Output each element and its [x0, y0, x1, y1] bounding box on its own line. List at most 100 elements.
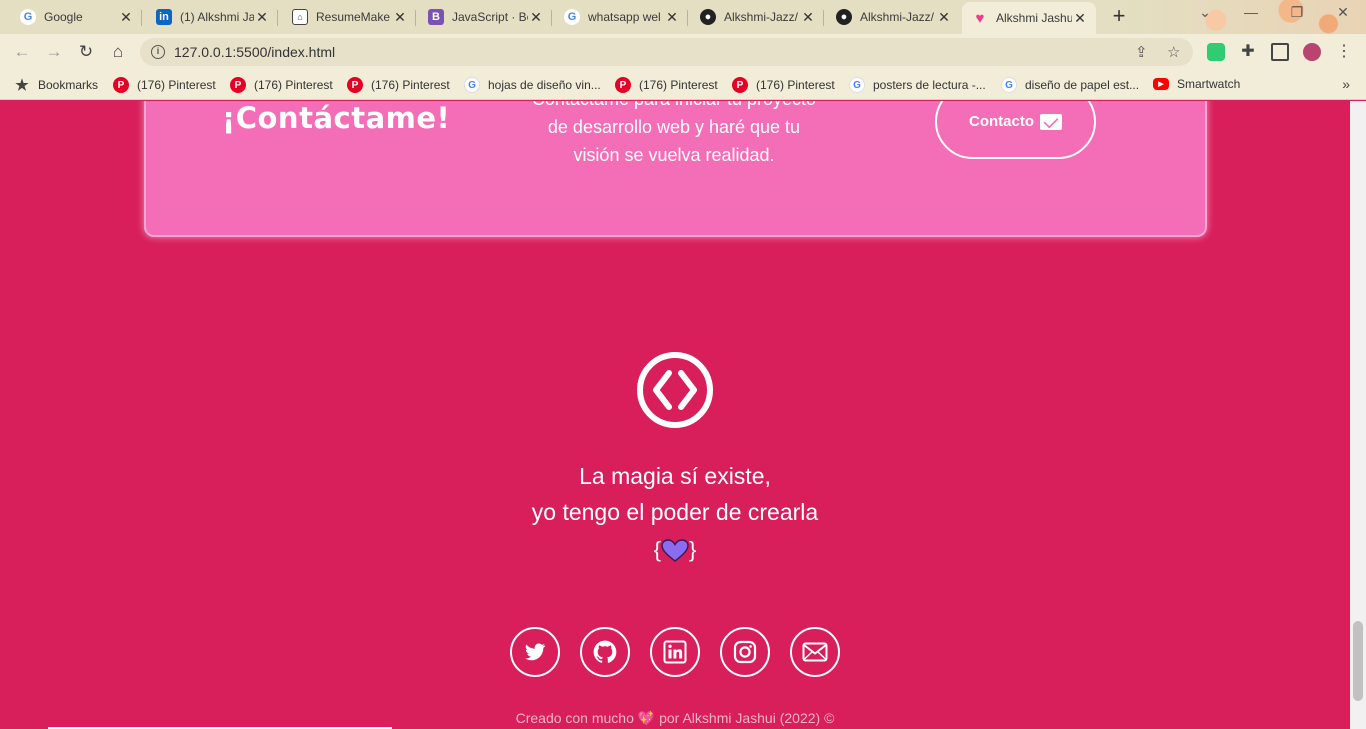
url-text[interactable]: 127.0.0.1:5500/index.html — [174, 44, 335, 60]
close-icon[interactable]: ✕ — [664, 9, 680, 26]
minimize-button[interactable]: — — [1236, 4, 1266, 20]
tab-divider — [141, 10, 142, 26]
pinterest-icon: P — [347, 77, 363, 93]
bookmark-label: diseño de papel est... — [1025, 78, 1140, 92]
close-window-button[interactable]: ✕ — [1328, 4, 1358, 21]
contact-cta-card: ¡Contáctame! Contáctame para iniciar tu … — [144, 101, 1207, 237]
more-bookmarks-icon[interactable]: » — [1342, 76, 1350, 92]
tab-bootstrap[interactable]: B JavaScript · Bo ✕ — [418, 3, 552, 31]
close-icon[interactable]: ✕ — [118, 9, 134, 26]
bookmark-item[interactable]: G hojas de diseño vin... — [464, 77, 601, 93]
avatar[interactable] — [1303, 43, 1321, 61]
site-info-icon[interactable]: i — [151, 45, 165, 59]
extensions-puzzle-icon[interactable]: ✚ — [1239, 43, 1257, 61]
bookmark-item[interactable]: P (176) Pinterest — [732, 77, 835, 93]
mail-check-icon — [1040, 113, 1062, 130]
bookmark-item[interactable]: P (176) Pinterest — [347, 77, 450, 93]
new-tab-button[interactable]: + — [1106, 5, 1132, 29]
reload-icon[interactable]: ↻ — [76, 42, 96, 62]
google-icon: G — [464, 77, 480, 93]
side-panel-icon[interactable] — [1271, 43, 1289, 61]
forward-arrow-icon[interactable]: → — [44, 42, 64, 62]
bookmark-label: (176) Pinterest — [371, 78, 450, 92]
tab-resumemaker[interactable]: ⌂ ResumeMake ✕ — [282, 3, 416, 31]
bookmark-item[interactable]: G posters de lectura -... — [849, 77, 986, 93]
mail-icon — [802, 642, 828, 662]
bootstrap-icon: B — [428, 9, 444, 25]
github-icon: ● — [836, 9, 852, 25]
close-icon[interactable]: ✕ — [528, 9, 544, 26]
bookmark-star-icon[interactable]: ☆ — [1167, 43, 1180, 61]
bookmark-item[interactable]: ★ Bookmarks — [14, 77, 98, 94]
bookmark-item[interactable]: G diseño de papel est... — [1001, 77, 1139, 93]
instagram-icon — [733, 640, 757, 664]
tab-search-icon[interactable]: ⌄ — [1190, 4, 1220, 21]
tab-linkedin[interactable]: in (1) Alkshmi Ja ✕ — [146, 3, 278, 31]
brace-heart: { } — [0, 537, 1350, 563]
tab-title: JavaScript · Bo — [452, 10, 528, 24]
tab-portfolio-active[interactable]: ♥ Alkshmi Jashu ✕ — [962, 2, 1096, 34]
tab-divider — [687, 10, 688, 26]
pinterest-icon: P — [113, 77, 129, 93]
tab-divider — [277, 10, 278, 26]
contact-button-label: Contacto — [969, 113, 1034, 130]
star-icon: ★ — [15, 77, 29, 94]
brace-open: { — [653, 537, 661, 562]
scrollbar-thumb[interactable] — [1353, 621, 1363, 701]
pinterest-icon: P — [732, 77, 748, 93]
tagline-line-1: La magia sí existe, — [579, 463, 771, 489]
tab-title: Alkshmi Jashu — [996, 11, 1072, 25]
google-icon: G — [564, 9, 580, 25]
close-icon[interactable]: ✕ — [936, 9, 952, 26]
close-icon[interactable]: ✕ — [392, 9, 408, 26]
footer-credit: Creado con mucho 💖 por Alkshmi Jashui (2… — [0, 710, 1350, 727]
bookmark-item[interactable]: ▶ Smartwatch — [1153, 77, 1240, 91]
purple-heart-icon — [661, 539, 689, 563]
bookmark-item[interactable]: P (176) Pinterest — [113, 77, 216, 93]
close-icon[interactable]: ✕ — [1072, 10, 1088, 27]
tab-google[interactable]: G Google ✕ — [10, 3, 142, 31]
address-bar[interactable]: i 127.0.0.1:5500/index.html ⇪ ☆ — [140, 38, 1193, 66]
twitter-icon — [525, 643, 546, 661]
bookmark-label: posters de lectura -... — [873, 78, 986, 92]
close-icon[interactable]: ✕ — [254, 9, 270, 26]
page-scrollbar[interactable] — [1350, 101, 1366, 729]
tab-divider — [415, 10, 416, 26]
code-logo-icon — [637, 352, 713, 428]
page-viewport: ¡Contáctame! Contáctame para iniciar tu … — [0, 101, 1350, 729]
pinterest-icon: P — [230, 77, 246, 93]
tab-whatsapp-search[interactable]: G whatsapp wel ✕ — [554, 3, 688, 31]
back-arrow-icon[interactable]: ← — [12, 42, 32, 62]
tab-strip: G Google ✕ in (1) Alkshmi Ja ✕ ⌂ ResumeM… — [0, 0, 1366, 34]
tab-github-2[interactable]: ● Alkshmi-Jazz/ ✕ — [826, 3, 960, 31]
contact-button[interactable]: Contacto — [935, 101, 1096, 159]
tab-title: ResumeMake — [316, 10, 391, 24]
cta-text-line: Contáctame para iniciar tu proyecto — [514, 101, 834, 113]
linkedin-link[interactable] — [650, 627, 700, 677]
github-icon — [593, 640, 617, 663]
twitter-link[interactable] — [510, 627, 560, 677]
cta-description: Contáctame para iniciar tu proyecto de d… — [514, 101, 834, 169]
linkedin-icon — [663, 640, 687, 664]
github-icon: ● — [700, 9, 716, 25]
bookmark-item[interactable]: P (176) Pinterest — [615, 77, 718, 93]
menu-kebab-icon[interactable]: ⋮ — [1335, 43, 1353, 61]
github-link[interactable] — [580, 627, 630, 677]
linkedin-icon: in — [156, 9, 172, 25]
close-icon[interactable]: ✕ — [800, 9, 816, 26]
extension-grammar-icon[interactable] — [1207, 43, 1225, 61]
share-icon[interactable]: ⇪ — [1135, 43, 1148, 61]
cta-title: ¡Contáctame! — [222, 101, 451, 135]
restore-button[interactable]: ❐ — [1282, 4, 1312, 21]
mail-link[interactable] — [790, 627, 840, 677]
home-icon[interactable]: ⌂ — [108, 42, 128, 62]
tab-github-1[interactable]: ● Alkshmi-Jazz/ ✕ — [690, 3, 824, 31]
credit-text: Creado con mucho — [515, 710, 634, 726]
pinterest-icon: P — [615, 77, 631, 93]
tab-divider — [823, 10, 824, 26]
google-icon: G — [1001, 77, 1017, 93]
instagram-link[interactable] — [720, 627, 770, 677]
bookmark-item[interactable]: P (176) Pinterest — [230, 77, 333, 93]
bookmark-label: hojas de diseño vin... — [488, 78, 601, 92]
cta-text-line: de desarrollo web y haré que tu — [547, 117, 801, 137]
